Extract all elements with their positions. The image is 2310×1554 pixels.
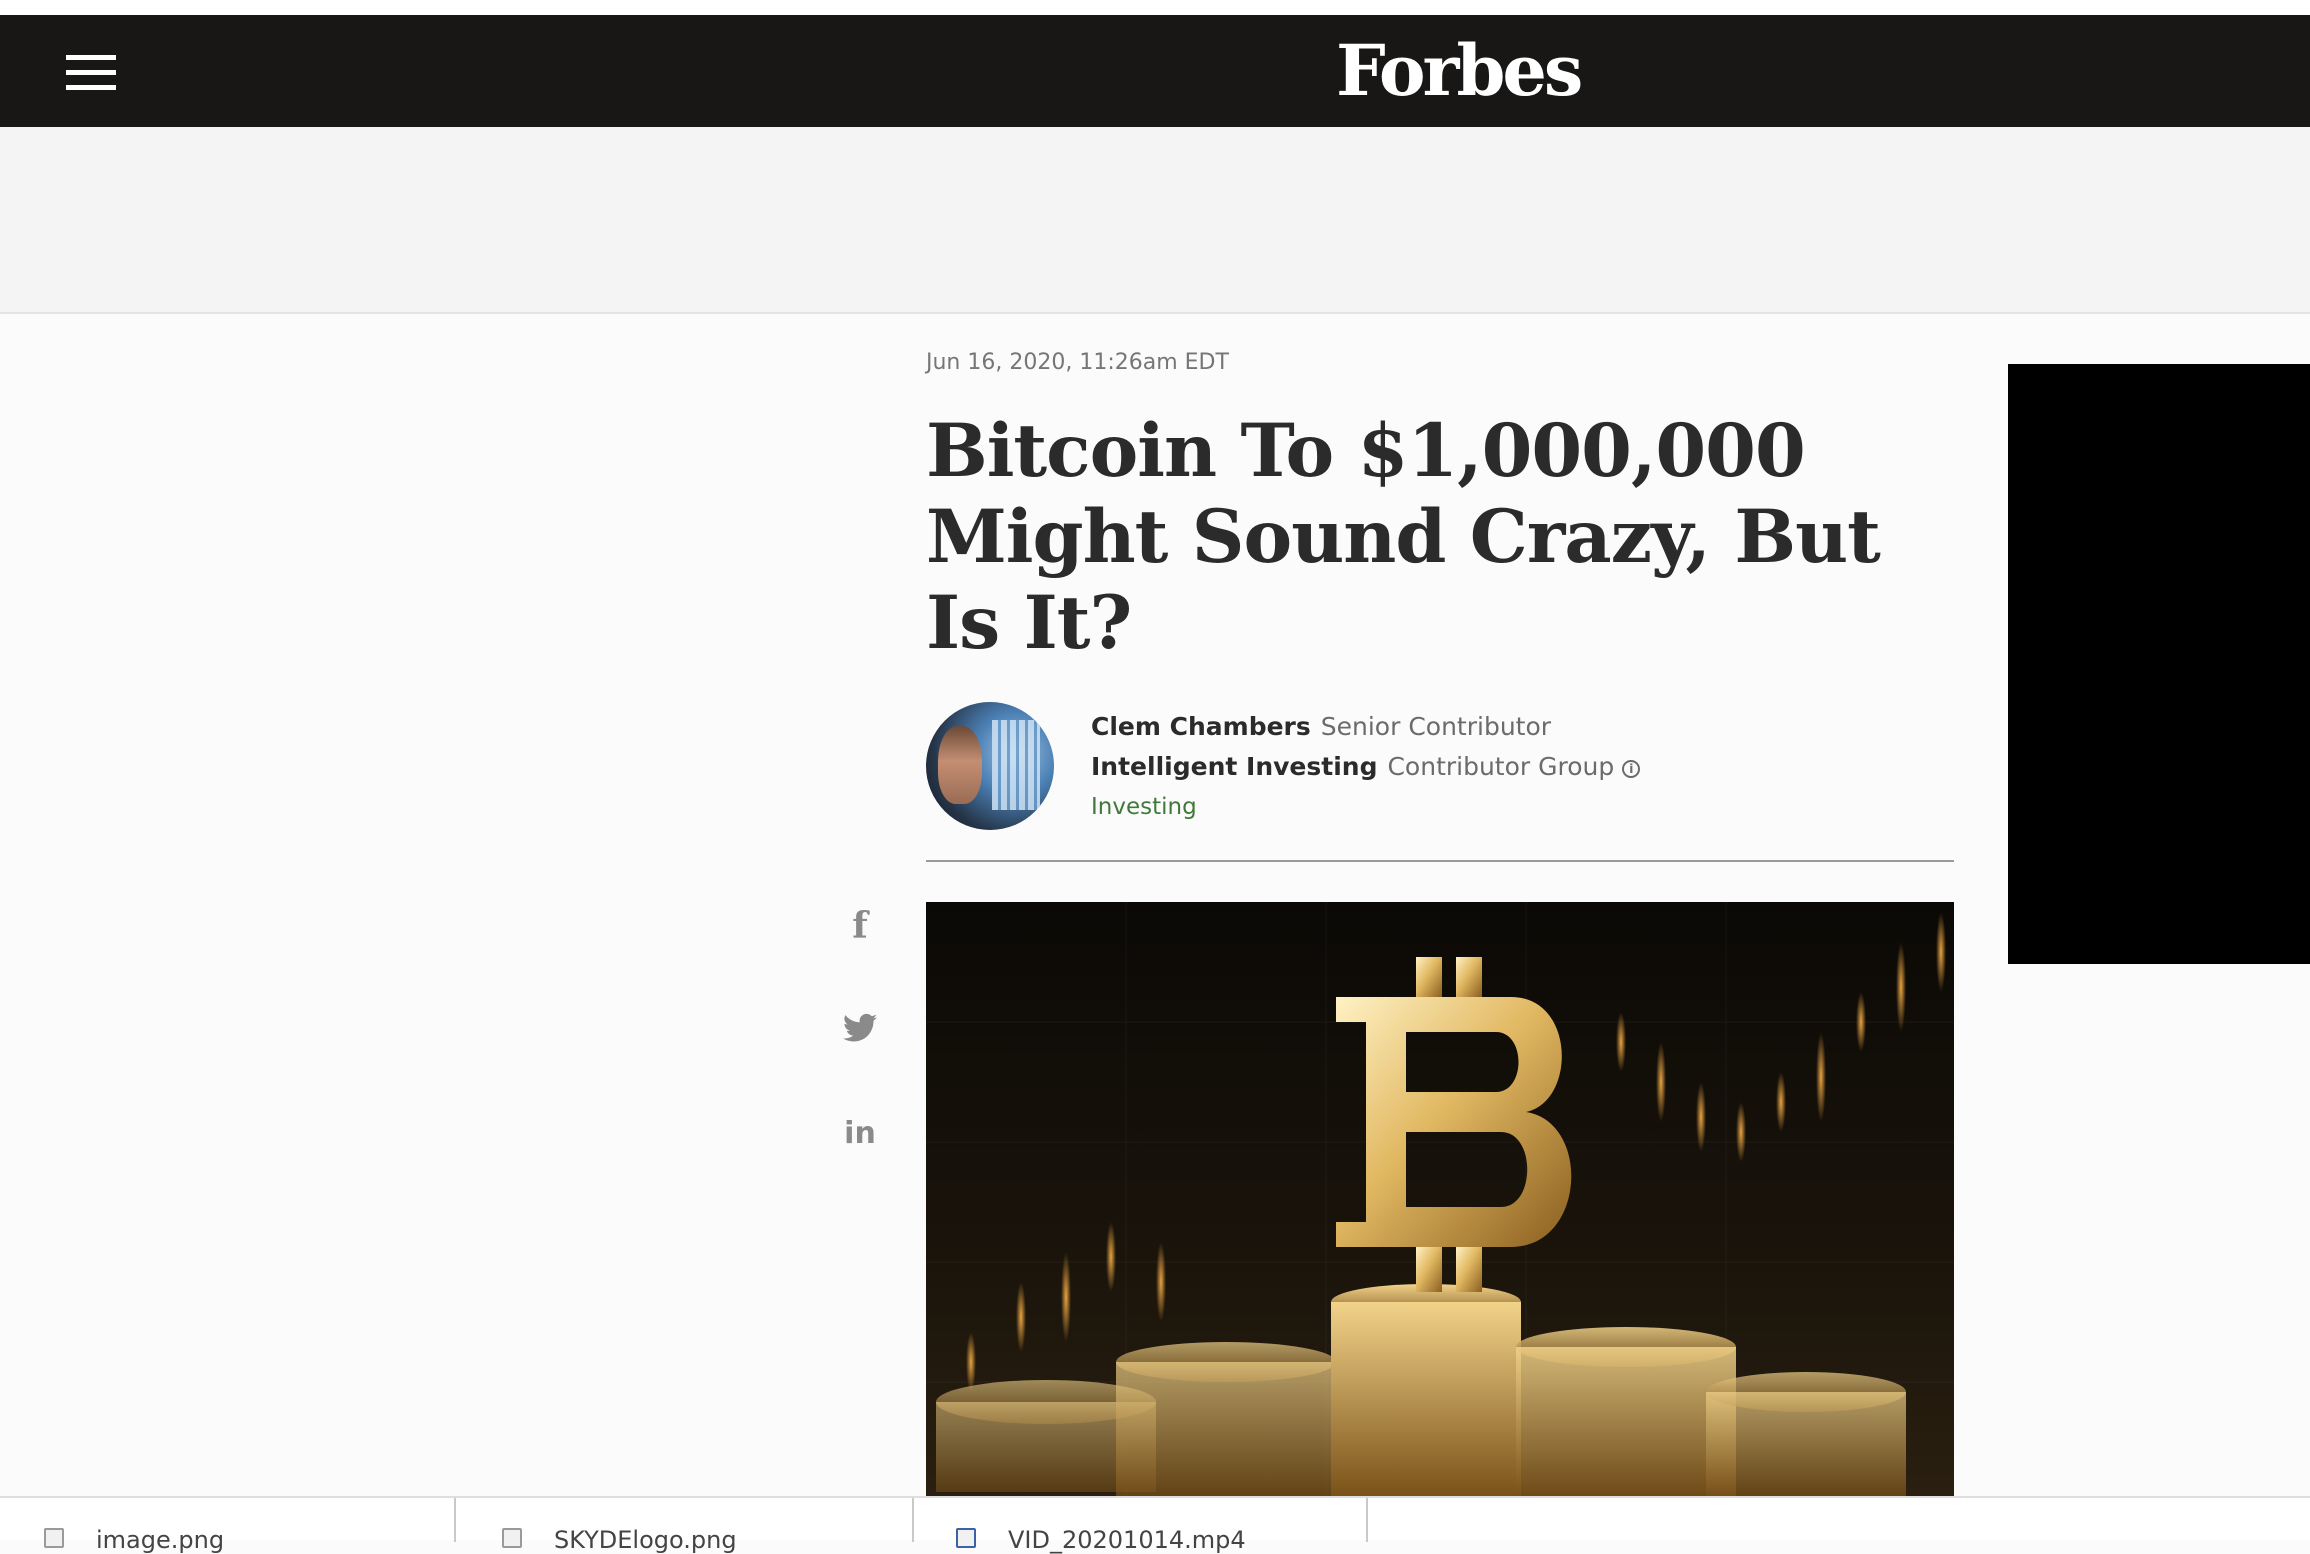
twitter-icon[interactable] (838, 1006, 882, 1050)
download-filename: SKYDElogo.png (554, 1526, 737, 1554)
file-icon (502, 1528, 522, 1548)
site-header: Forbes (0, 15, 2310, 127)
forbes-logo[interactable]: Forbes (1336, 29, 1583, 112)
sidebar-ad[interactable] (2008, 364, 2310, 964)
author-byline: Clem Chambers Senior Contributor (1091, 712, 1551, 741)
download-filename: VID_20201014.mp4 (1008, 1526, 1246, 1554)
publish-date: Jun 16, 2020, 11:26am EDT (926, 350, 1229, 375)
download-item[interactable]: image.png (0, 1498, 456, 1554)
top-ad-placeholder (0, 127, 2310, 314)
download-filename: image.png (96, 1526, 225, 1554)
author-name[interactable]: Clem Chambers (1091, 712, 1311, 741)
download-item[interactable]: SKYDElogo.png (458, 1498, 914, 1554)
byline-divider (926, 860, 1954, 862)
contributor-group-line: Intelligent Investing Contributor Group i (1091, 752, 1641, 781)
article-hero-image (926, 902, 1954, 1496)
browser-top-strip (0, 0, 2310, 15)
facebook-icon[interactable]: f (838, 904, 882, 948)
author-avatar[interactable] (926, 702, 1054, 830)
download-shelf: image.png SKYDElogo.png VID_20201014.mp4 (0, 1496, 2310, 1554)
linkedin-icon[interactable]: in (838, 1112, 882, 1156)
file-icon (44, 1528, 64, 1548)
info-icon[interactable]: i (1622, 760, 1641, 778)
author-role: Senior Contributor (1320, 712, 1552, 741)
file-icon (956, 1528, 976, 1548)
article-title: Bitcoin To $1,000,000 Might Sound Crazy,… (926, 408, 1881, 666)
download-item[interactable]: VID_20201014.mp4 (912, 1498, 1368, 1554)
hamburger-menu-icon[interactable] (62, 55, 118, 95)
contributor-group-name[interactable]: Intelligent Investing (1091, 752, 1377, 781)
channel-link[interactable]: Investing (1091, 794, 1197, 820)
contributor-group-label: Contributor Group (1387, 752, 1615, 781)
